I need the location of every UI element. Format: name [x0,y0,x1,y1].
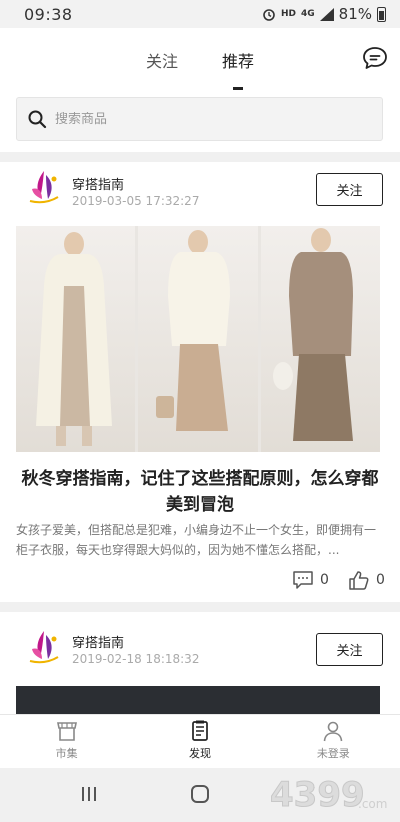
chat-bubble-icon[interactable] [362,46,388,70]
section-divider [0,152,400,162]
avatar[interactable] [24,167,64,209]
signal-icon [319,7,334,21]
follow-button[interactable]: 关注 [316,173,383,206]
comment-icon [293,571,313,589]
market-icon [56,722,77,741]
status-bar: 09:38 HD 4G 81% [0,0,400,28]
hd-label: HD [280,9,296,19]
search-bar[interactable] [16,97,383,141]
nav-label: 市集 [55,747,78,760]
tab-recommend[interactable]: 推荐 [222,48,254,72]
outfit-photo [138,226,258,452]
watermark-text: 4399 [270,775,365,815]
status-icons: HD 4G 81% [262,5,386,23]
post-timestamp: 2019-03-05 17:32:27 [72,194,200,208]
outfit-photo [16,226,136,452]
comment-count-value: 0 [320,572,329,588]
avatar[interactable] [24,627,64,669]
battery-percent: 81% [338,5,372,23]
active-tab-indicator [233,87,243,90]
nav-item-discover[interactable]: 发现 [133,715,266,768]
tab-follow[interactable]: 关注 [146,48,178,72]
thumbs-up-icon [349,571,369,590]
nav-item-profile[interactable]: 未登录 [267,715,400,768]
recent-apps-icon[interactable] [80,784,98,804]
network-label: 4G [301,9,315,19]
watermark-suffix: .com [358,797,387,811]
user-icon [324,721,343,742]
follow-button[interactable]: 关注 [316,633,383,666]
like-count-value: 0 [376,572,385,588]
like-count[interactable]: 0 [348,570,385,590]
search-icon [28,110,47,129]
nav-label: 发现 [188,747,211,760]
author-name[interactable]: 穿搭指南 [72,632,124,651]
site-watermark: 4399 .com [270,775,388,816]
home-icon[interactable] [190,784,210,804]
discover-icon [192,720,208,741]
post-timestamp: 2019-02-18 18:18:32 [72,652,200,666]
author-name[interactable]: 穿搭指南 [72,174,124,193]
nav-label: 未登录 [316,747,350,760]
post-image[interactable] [16,686,380,716]
comment-count[interactable]: 0 [292,570,329,590]
battery-icon [377,6,386,22]
post-title[interactable]: 秋冬穿搭指南，记住了这些搭配原则，怎么穿都美到冒泡 [16,466,384,518]
post-image[interactable] [16,226,380,452]
bottom-nav: 市集 发现 未登录 [0,714,400,768]
nav-item-market[interactable]: 市集 [0,715,133,768]
outfit-photo [260,226,380,452]
top-header: 关注 推荐 [0,28,400,90]
search-input[interactable] [55,111,355,127]
post-excerpt: 女孩子爱美，但搭配总是犯难，小编身边不止一个女生，即便拥有一柜子衣服，每天也穿得… [16,523,377,557]
alarm-icon [263,9,275,21]
status-time: 09:38 [24,4,73,24]
section-divider [0,602,400,612]
